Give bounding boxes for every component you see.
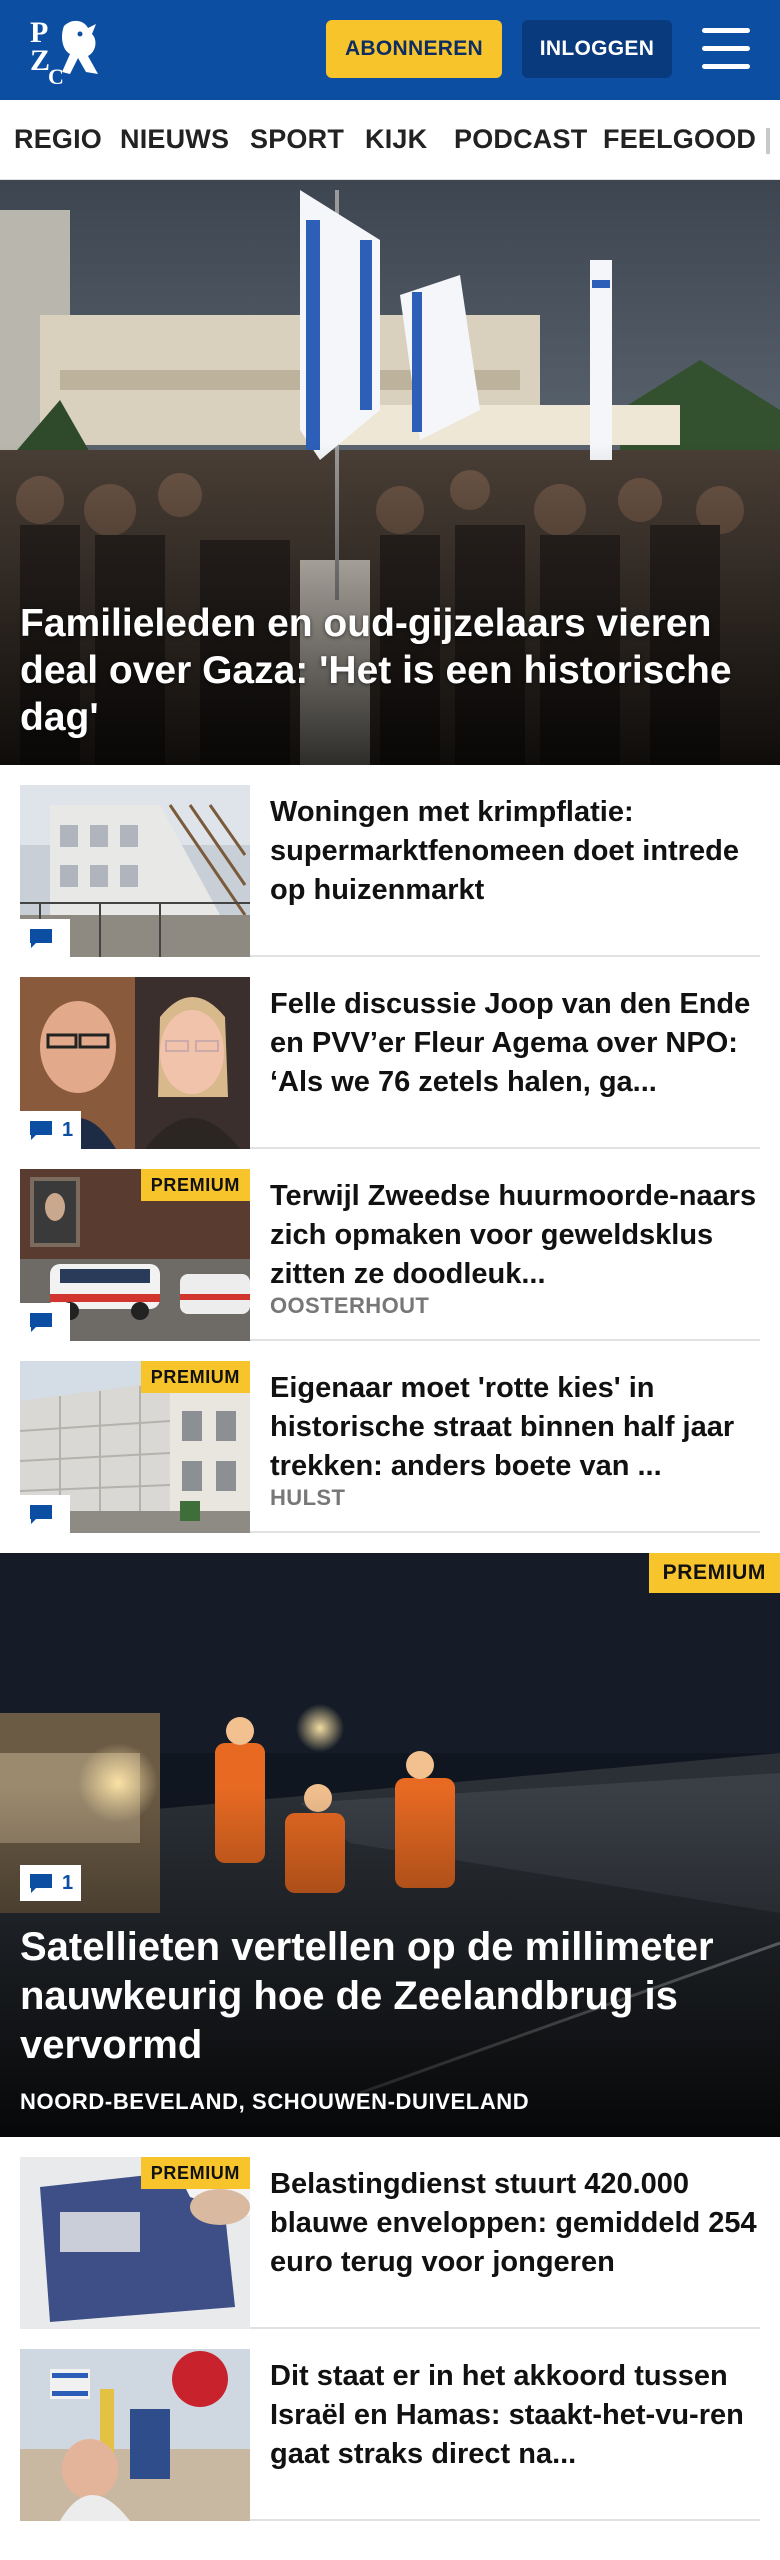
article-location: OOSTERHOUT <box>270 1293 430 1318</box>
article-thumbnail: PREMIUM <box>20 1361 250 1533</box>
svg-text:Z: Z <box>30 44 50 77</box>
comment-icon <box>30 1121 52 1140</box>
article-item[interactable]: 1 Felle discussie Joop van den Ende en P… <box>20 977 760 1149</box>
article-item[interactable]: PREMIUM Belastingdienst stuurt 420.000 b… <box>20 2157 760 2329</box>
article-item[interactable]: PREMIUM Eigenaar moet 'rotte kies' in hi… <box>20 1361 760 1533</box>
premium-badge: PREMIUM <box>140 1361 250 1393</box>
pzc-logo[interactable]: P Z C <box>26 12 114 89</box>
premium-badge: PREMIUM <box>140 1169 250 1201</box>
comment-badge[interactable] <box>20 1303 70 1341</box>
article-item[interactable]: Dit staat er in het akkoord tussen Israë… <box>20 2349 760 2521</box>
menu-line <box>702 46 750 51</box>
menu-line <box>702 28 750 33</box>
svg-text:C: C <box>48 64 64 88</box>
nav-item-sport[interactable]: SPORT <box>250 124 344 155</box>
comment-badge[interactable]: 1 <box>20 1865 82 1901</box>
article-item[interactable]: PREMIUM Terwijl Zweedse huurmoorde-naars… <box>20 1169 760 1341</box>
hero-article[interactable]: Familieleden en oud-gijzelaars vieren de… <box>0 180 780 765</box>
article-thumbnail: 1 <box>20 977 250 1149</box>
comment-badge[interactable]: 1 <box>20 1111 82 1149</box>
article-headline[interactable]: Belastingdienst stuurt 420.000 blauwe en… <box>270 2165 760 2282</box>
section-nav: REGIO NIEUWS SPORT KIJK PODCAST FEELGOOD <box>0 100 780 180</box>
premium-badge: PREMIUM <box>648 1553 780 1593</box>
article-headline[interactable]: Terwijl Zweedse huurmoorde-naars zich op… <box>270 1177 760 1294</box>
article-headline[interactable]: Eigenaar moet 'rotte kies' in historisch… <box>270 1369 760 1486</box>
article-item[interactable]: Woningen met krimpflatie: supermarktfeno… <box>20 785 760 957</box>
nav-overflow-indicator <box>766 128 770 154</box>
nav-item-feelgood[interactable]: FEELGOOD <box>603 124 756 155</box>
feature-locations: NOORD-BEVELAND, SCHOUWEN-DUIVELAND <box>20 2089 530 2114</box>
comment-badge[interactable] <box>20 1495 70 1533</box>
comment-icon <box>30 1313 52 1332</box>
article-location: HULST <box>270 1485 346 1510</box>
featured-article[interactable]: PREMIUM 1 Satellieten vertellen op de mi… <box>0 1553 780 2137</box>
nav-item-nieuws[interactable]: NIEUWS <box>120 124 229 155</box>
nav-item-regio[interactable]: REGIO <box>14 124 102 155</box>
article-thumbnail: PREMIUM <box>20 1169 250 1341</box>
premium-badge: PREMIUM <box>140 2157 250 2189</box>
article-headline[interactable]: Dit staat er in het akkoord tussen Israë… <box>270 2357 760 2474</box>
article-thumbnail: PREMIUM <box>20 2157 250 2329</box>
comment-badge[interactable] <box>20 919 70 957</box>
login-button[interactable]: INLOGGEN <box>522 20 672 78</box>
article-headline[interactable]: Felle discussie Joop van den Ende en PVV… <box>270 985 760 1102</box>
comment-count: 1 <box>62 1871 74 1894</box>
hamburger-icon[interactable] <box>694 24 756 74</box>
comment-count: 1 <box>62 1118 74 1141</box>
nav-item-podcast[interactable]: PODCAST <box>454 124 587 155</box>
hero-headline[interactable]: Familieleden en oud-gijzelaars vieren de… <box>20 600 760 741</box>
comment-icon <box>30 1874 52 1893</box>
comment-icon <box>30 1505 52 1524</box>
article-thumbnail <box>20 785 250 957</box>
menu-line <box>702 64 750 69</box>
feature-headline[interactable]: Satellieten vertellen op de millimeter n… <box>20 1923 760 2070</box>
nav-item-kijk[interactable]: KIJK <box>365 124 427 155</box>
article-thumbnail <box>20 2349 250 2521</box>
subscribe-button[interactable]: ABONNEREN <box>326 20 502 78</box>
comment-icon <box>30 929 52 948</box>
site-header: P Z C ABONNEREN INLOGGEN <box>0 0 780 100</box>
article-headline[interactable]: Woningen met krimpflatie: supermarktfeno… <box>270 793 760 910</box>
